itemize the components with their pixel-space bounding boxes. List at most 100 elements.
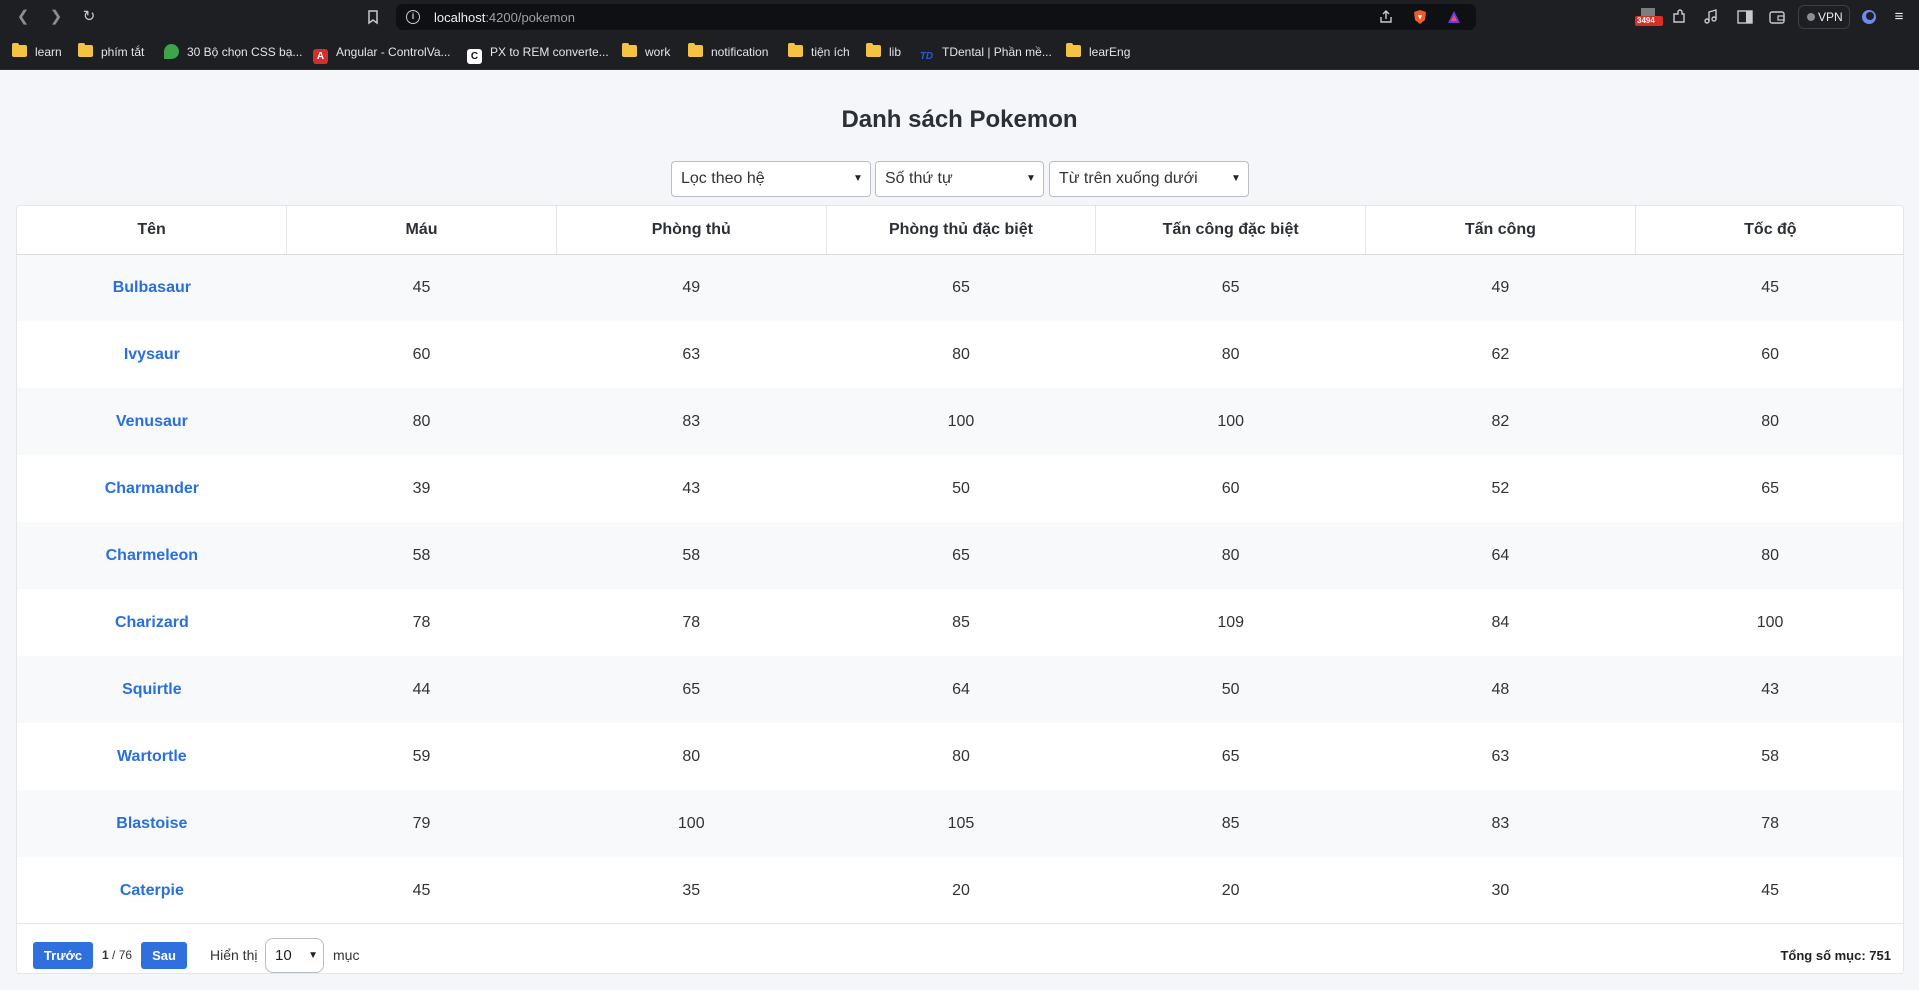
pokemon-name-link[interactable]: Charizard [17, 589, 287, 656]
table-cell: 43 [1635, 656, 1903, 723]
vpn-button[interactable]: VPN [1798, 5, 1850, 29]
table-cell: 100 [556, 790, 827, 857]
table-row: Charizard 78 78 85 109 84 100 [17, 589, 1903, 656]
profile-icon[interactable] [1860, 8, 1878, 26]
pokemon-name-link[interactable]: Charmeleon [17, 522, 287, 589]
pokemon-name-link[interactable]: Squirtle [17, 656, 287, 723]
table-cell: 58 [1635, 723, 1903, 790]
bookmark-label: Angular - ControlVa... [336, 45, 451, 59]
bookmark-css[interactable]: 30 Bộ chọn CSS bạ... [164, 43, 302, 61]
table-cell: 100 [1635, 589, 1903, 656]
bookmark-label: phím tắt [101, 45, 145, 59]
pokemon-name-link[interactable]: Blastoise [17, 790, 287, 857]
bookmark-angular[interactable]: A Angular - ControlVa... [313, 43, 451, 64]
table-row: Ivysaur 60 63 80 80 62 60 [17, 321, 1903, 388]
generation-filter-select[interactable]: Lọc theo hệ ▼ [671, 161, 871, 197]
menu-icon[interactable]: ≡ [1890, 8, 1908, 26]
wallet-icon[interactable] [1768, 8, 1786, 26]
sort-order-select[interactable]: Từ trên xuống dưới ▼ [1049, 161, 1249, 197]
vpn-label: VPN [1818, 10, 1843, 24]
url-text[interactable]: localhost:4200/pokemon [434, 10, 575, 25]
bookmark-work[interactable]: work [622, 43, 670, 61]
column-header-sp-attack[interactable]: Tấn công đặc biệt [1095, 206, 1367, 255]
table-cell: 79 [286, 790, 557, 857]
folder-icon [622, 43, 637, 57]
bookmark-learn[interactable]: learn [12, 43, 62, 61]
table-cell: 49 [1365, 254, 1636, 321]
folder-icon [78, 43, 93, 57]
column-header-attack[interactable]: Tấn công [1365, 206, 1636, 255]
pokemon-name-link[interactable]: Bulbasaur [17, 254, 287, 321]
table-cell: 85 [1095, 790, 1366, 857]
column-header-speed[interactable]: Tốc độ [1635, 206, 1903, 255]
bookmark-notification[interactable]: notification [688, 43, 768, 61]
leaf-icon [164, 44, 179, 59]
table-cell: 83 [556, 388, 827, 455]
table-cell: 20 [826, 857, 1096, 924]
table-cell: 43 [556, 455, 827, 522]
table-cell: 80 [826, 723, 1096, 790]
bookmark-label: work [645, 45, 671, 59]
table-cell: 80 [826, 321, 1096, 388]
bookmark-tien-ich[interactable]: tiện ích [788, 43, 850, 61]
pokemon-table: Tên Máu Phòng thủ Phòng thủ đặc biệt Tấn… [17, 206, 1903, 924]
bookmark-lib[interactable]: lib [866, 43, 901, 61]
folder-icon [688, 43, 703, 57]
pokemon-name-link[interactable]: Charmander [17, 455, 287, 522]
bookmark-phim-tat[interactable]: phím tắt [78, 43, 144, 61]
table-header-row: Tên Máu Phòng thủ Phòng thủ đặc biệt Tấn… [17, 206, 1903, 255]
site-info-icon[interactable]: i [406, 10, 420, 24]
column-header-name[interactable]: Tên [17, 206, 288, 255]
page-size-value: 10 [275, 947, 292, 964]
table-row: Charmeleon 58 58 65 80 64 80 [17, 522, 1903, 589]
next-page-button[interactable]: Sau [141, 942, 187, 969]
table-cell: 100 [826, 388, 1096, 455]
reload-icon[interactable]: ↻ [80, 8, 98, 26]
address-bar[interactable]: i localhost:4200/pokemon [396, 4, 1476, 30]
pokemon-name-link[interactable]: Caterpie [17, 857, 287, 924]
bookmark-label: learn [35, 45, 62, 59]
bookmark-label: PX to REM converte... [490, 45, 609, 59]
page-size-unit: mục [333, 947, 360, 963]
forward-icon[interactable]: ❯ [47, 8, 65, 26]
page-size-label: Hiển thị [210, 947, 258, 963]
table-cell: 64 [826, 656, 1096, 723]
bookmark-icon[interactable] [364, 8, 382, 26]
pokemon-name-link[interactable]: Venusaur [17, 388, 287, 455]
bookmark-tdental[interactable]: TD TDental | Phần mề... [919, 43, 1052, 62]
bookmark-px-rem[interactable]: C PX to REM converte... [467, 43, 609, 64]
chevron-down-icon: ▼ [1026, 173, 1036, 184]
table-cell: 58 [556, 522, 827, 589]
total-count: Tổng số mục: 751 [1780, 948, 1891, 963]
share-icon[interactable] [1378, 9, 1394, 25]
brave-rewards-icon[interactable] [1446, 9, 1462, 25]
chevron-down-icon: ▼ [853, 173, 863, 184]
badge-count: 3494 [1637, 16, 1655, 25]
prev-page-button[interactable]: Trước [33, 942, 93, 969]
table-cell: 100 [1095, 388, 1366, 455]
pokemon-name-link[interactable]: Ivysaur [17, 321, 287, 388]
bookmarks-bar: learn phím tắt 30 Bộ chọn CSS bạ... A Ang… [0, 34, 1919, 70]
back-icon[interactable]: ❮ [14, 8, 32, 26]
table-cell: 60 [1635, 321, 1903, 388]
page-indicator: 1 / 76 [102, 948, 132, 962]
extensions-icon[interactable] [1670, 8, 1688, 26]
table-cell: 83 [1365, 790, 1636, 857]
column-header-sp-defense[interactable]: Phòng thủ đặc biệt [826, 206, 1097, 255]
music-icon[interactable] [1702, 8, 1720, 26]
table-row: Caterpie 45 35 20 20 30 45 [17, 857, 1903, 924]
brave-shield-icon[interactable] [1412, 9, 1428, 25]
extension-badge[interactable]: 3494 [1635, 8, 1663, 26]
bookmark-leareng[interactable]: learEng [1066, 43, 1130, 61]
table-cell: 45 [286, 254, 557, 321]
angular-icon: A [313, 49, 328, 64]
page-size-select[interactable]: 10 ▼ [265, 938, 324, 973]
pokemon-name-link[interactable]: Wartortle [17, 723, 287, 790]
sort-order-value: Từ trên xuống dưới [1059, 170, 1198, 187]
sort-by-select[interactable]: Số thứ tự ▼ [875, 161, 1044, 197]
sidebar-icon[interactable] [1736, 8, 1754, 26]
column-header-defense[interactable]: Phòng thủ [556, 206, 827, 255]
current-page: 1 [102, 948, 109, 962]
table-cell: 35 [556, 857, 827, 924]
column-header-hp[interactable]: Máu [286, 206, 557, 255]
